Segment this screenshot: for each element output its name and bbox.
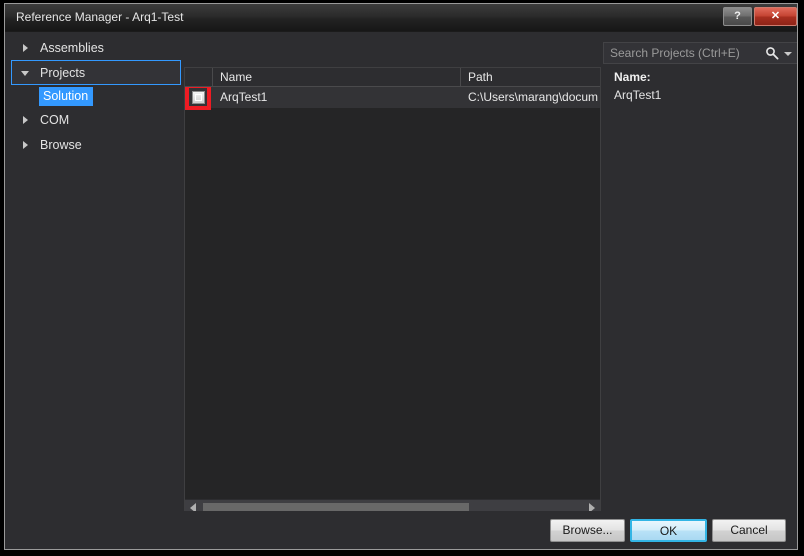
- row-name: ArqTest1: [220, 90, 268, 104]
- column-header-check[interactable]: [185, 68, 213, 86]
- list-header-row: Name Path: [185, 68, 600, 87]
- sidebar-item-label: Browse: [40, 138, 82, 152]
- chevron-right-icon: [23, 44, 28, 52]
- sidebar-item-solution[interactable]: Solution: [11, 85, 181, 107]
- cancel-button[interactable]: Cancel: [712, 519, 786, 542]
- detail-panel: Name: ArqTest1: [603, 67, 797, 516]
- title-bar: Reference Manager - Arq1-Test ? ✕: [5, 4, 797, 32]
- row-path: C:\Users\marang\docum: [468, 90, 599, 104]
- close-button[interactable]: ✕: [754, 7, 797, 26]
- projects-list-panel: Name Path ArqTest1 C:\Users\marang\docum: [184, 67, 601, 516]
- column-header-name[interactable]: Name: [213, 68, 461, 86]
- search-input[interactable]: Search Projects (Ctrl+E): [603, 42, 797, 64]
- row-checkbox-cell[interactable]: [185, 87, 213, 110]
- help-button[interactable]: ?: [723, 7, 752, 26]
- window-title: Reference Manager - Arq1-Test: [16, 10, 184, 24]
- column-header-path[interactable]: Path: [461, 68, 600, 86]
- dialog-footer: Browse... OK Cancel: [5, 511, 797, 549]
- sidebar-item-assemblies[interactable]: Assemblies: [11, 35, 181, 60]
- sidebar-item-projects[interactable]: Projects: [11, 60, 181, 85]
- ok-button[interactable]: OK: [630, 519, 707, 542]
- dialog-body: Assemblies Projects Solution COM Browse …: [5, 33, 797, 549]
- chevron-down-icon: [21, 71, 29, 76]
- category-nav: Assemblies Projects Solution COM Browse: [11, 35, 181, 515]
- chevron-right-icon: [23, 116, 28, 124]
- sidebar-item-label: Solution: [39, 87, 94, 106]
- detail-name-value: ArqTest1: [614, 88, 662, 102]
- sidebar-item-label: COM: [40, 113, 70, 127]
- search-icon[interactable]: [765, 46, 779, 60]
- table-row[interactable]: ArqTest1 C:\Users\marang\docum: [185, 87, 600, 110]
- sidebar-item-label: Assemblies: [40, 41, 104, 55]
- chevron-down-icon[interactable]: [784, 52, 792, 56]
- browse-button[interactable]: Browse...: [550, 519, 625, 542]
- sidebar-item-label: Projects: [40, 66, 86, 80]
- list-rows: ArqTest1 C:\Users\marang\docum: [185, 87, 600, 498]
- row-checkbox[interactable]: [192, 91, 205, 104]
- detail-name-label: Name:: [614, 70, 651, 84]
- search-placeholder: Search Projects (Ctrl+E): [610, 46, 740, 60]
- chevron-right-icon: [23, 141, 28, 149]
- sidebar-item-com[interactable]: COM: [11, 107, 181, 132]
- sidebar-item-browse[interactable]: Browse: [11, 132, 181, 157]
- reference-manager-dialog: Reference Manager - Arq1-Test ? ✕ Assemb…: [4, 3, 798, 550]
